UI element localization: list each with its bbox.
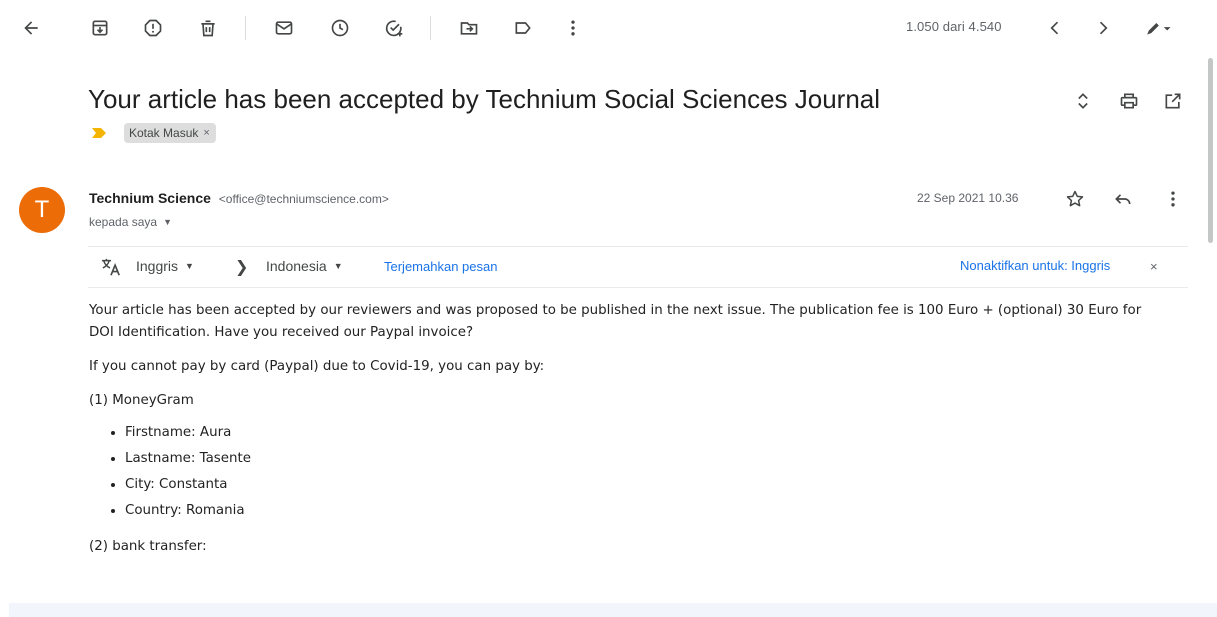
source-language-select[interactable]: Inggris ▼ — [136, 258, 194, 274]
disable-translation-link[interactable]: Nonaktifkan untuk: Inggris — [960, 258, 1110, 273]
close-translate-icon[interactable]: × — [1150, 259, 1158, 274]
sender-name[interactable]: Technium Science — [89, 190, 211, 206]
sender-avatar[interactable]: T — [19, 187, 65, 233]
sender-email: <office@techniumscience.com> — [218, 192, 389, 206]
recipient-text: kepada saya — [89, 215, 158, 229]
mark-unread-icon[interactable] — [270, 14, 298, 42]
bottom-strip — [9, 603, 1217, 617]
body-paragraph: (1) MoneyGram — [89, 393, 194, 408]
email-subject: Your article has been accepted by Techni… — [88, 84, 881, 114]
sender-info: Technium Science <office@techniumscience… — [89, 190, 389, 206]
add-task-icon[interactable] — [380, 14, 408, 42]
label-icon[interactable] — [509, 14, 537, 42]
list-item: Lastname: Tasente — [125, 446, 1169, 472]
pagination-count: 1.050 dari 4.540 — [906, 19, 1002, 34]
body-paragraph: If you cannot pay by card (Paypal) due t… — [89, 359, 545, 374]
chevron-down-icon: ▼ — [185, 261, 194, 271]
label-chip-text: Kotak Masuk — [129, 126, 199, 140]
snooze-icon[interactable] — [326, 14, 354, 42]
reply-icon[interactable] — [1111, 187, 1135, 211]
translate-arrow-icon: ❯ — [235, 259, 249, 276]
list-item: Country: Romania — [125, 498, 1169, 524]
translate-message-link[interactable]: Terjemahkan pesan — [384, 259, 497, 274]
toolbar-divider — [245, 16, 246, 40]
message-date: 22 Sep 2021 10.36 — [917, 191, 1019, 205]
remove-label-icon[interactable]: × — [203, 127, 209, 139]
translate-bar: Inggris ▼ ❯ Indonesia ▼ Terjemahkan pesa… — [88, 246, 1188, 288]
message-toolbar: 1.050 dari 4.540 — [0, 0, 1217, 56]
report-spam-icon[interactable] — [139, 14, 167, 42]
more-vert-icon[interactable] — [559, 14, 587, 42]
archive-icon[interactable] — [86, 14, 114, 42]
expand-collapse-icon[interactable] — [1070, 88, 1096, 114]
next-message-icon[interactable] — [1089, 14, 1117, 42]
email-body: Your article has been accepted by our re… — [89, 300, 1169, 570]
list-item: Firstname: Aura — [125, 420, 1169, 446]
back-arrow-icon[interactable] — [17, 14, 45, 42]
message-more-icon[interactable] — [1161, 187, 1185, 211]
translate-icon — [101, 258, 120, 276]
move-to-icon[interactable] — [455, 14, 483, 42]
open-new-window-icon[interactable] — [1160, 88, 1186, 114]
importance-marker-icon[interactable] — [92, 128, 106, 138]
chevron-down-icon: ▼ — [333, 261, 343, 271]
star-icon[interactable] — [1063, 187, 1087, 211]
body-paragraph: (2) bank transfer: — [89, 539, 207, 554]
label-chip-inbox[interactable]: Kotak Masuk × — [124, 123, 216, 143]
labels-row: Kotak Masuk × — [92, 122, 216, 144]
body-paragraph: Your article has been accepted by our re… — [89, 303, 1142, 340]
scrollbar-thumb[interactable] — [1208, 58, 1213, 243]
input-tools-pen-icon[interactable] — [1138, 14, 1178, 42]
print-icon[interactable] — [1116, 88, 1142, 114]
list-item: City: Constanta — [125, 472, 1169, 498]
previous-message-icon[interactable] — [1041, 14, 1069, 42]
delete-icon[interactable] — [194, 14, 222, 42]
moneygram-details-list: Firstname: Aura Lastname: Tasente City: … — [125, 420, 1169, 524]
details-dropdown-icon[interactable]: ▼ — [163, 217, 172, 227]
target-language-select[interactable]: Indonesia ▼ — [266, 258, 343, 274]
source-language: Inggris — [136, 258, 179, 274]
toolbar-divider — [430, 16, 431, 40]
target-language: Indonesia — [266, 258, 327, 274]
recipient-details[interactable]: kepada saya ▼ — [89, 215, 172, 229]
